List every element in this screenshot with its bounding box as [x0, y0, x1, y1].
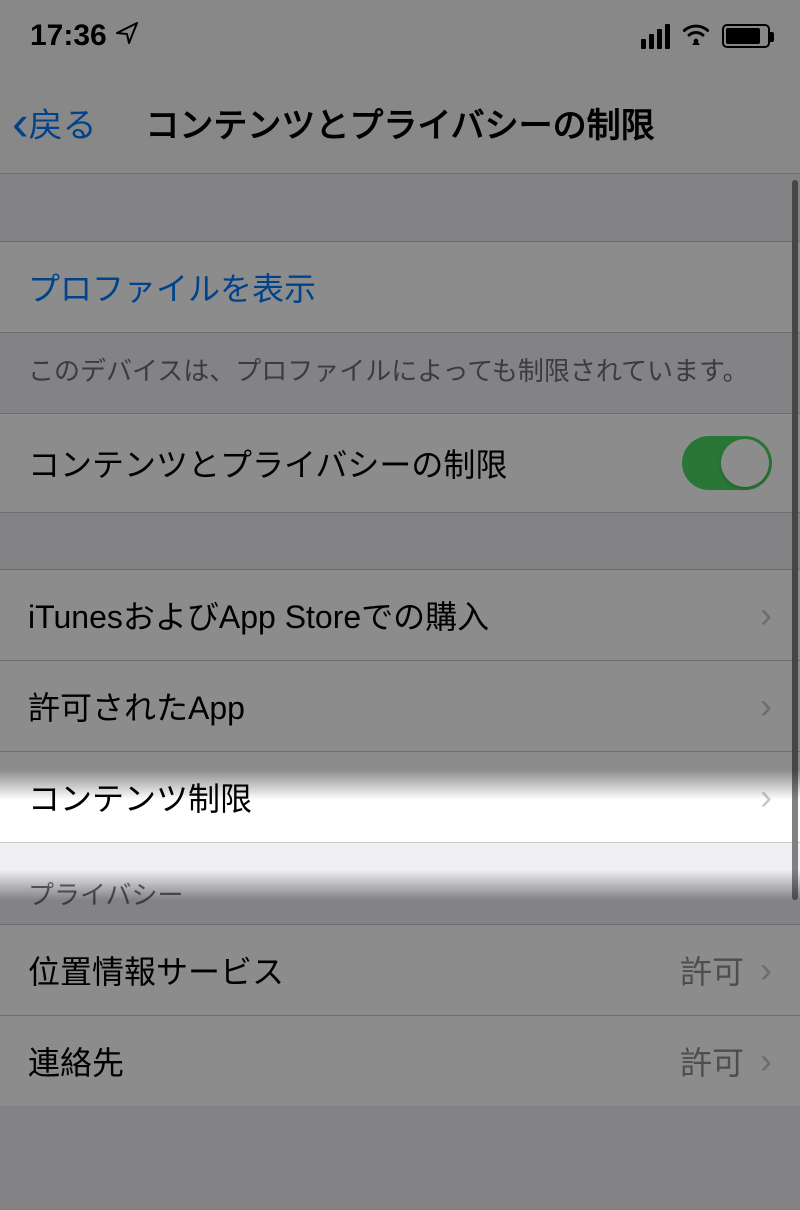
privacy-section-header: プライバシー	[0, 843, 800, 924]
scrollbar[interactable]	[792, 180, 798, 1210]
location-services-icon	[115, 21, 139, 52]
toggle-label: コンテンツとプライバシーの制限	[28, 440, 507, 486]
show-profile-row[interactable]: プロファイルを表示	[0, 242, 800, 333]
back-label: 戻る	[29, 98, 97, 147]
chevron-right-icon: ›	[760, 776, 772, 818]
cellular-signal-icon	[641, 24, 670, 49]
toggle-knob	[721, 439, 769, 487]
status-time: 17:36	[30, 19, 107, 53]
content-area: プロファイルを表示 このデバイスは、プロファイルによっても制限されています。 コ…	[0, 174, 800, 1106]
show-profile-label: プロファイルを表示	[28, 264, 316, 310]
row-label: iTunesおよびApp Storeでの購入	[28, 592, 489, 638]
row-label: 許可されたApp	[28, 683, 245, 729]
battery-icon	[722, 24, 770, 48]
row-label: コンテンツ制限	[28, 774, 252, 820]
spacer	[0, 513, 800, 569]
row-value: 許可	[680, 1038, 744, 1084]
back-button[interactable]: ‹ 戻る	[12, 98, 97, 148]
chevron-right-icon: ›	[760, 1040, 772, 1082]
chevron-left-icon: ‹	[12, 98, 29, 148]
content-privacy-toggle[interactable]	[682, 436, 772, 490]
status-left: 17:36	[30, 19, 139, 53]
row-value: 許可	[680, 947, 744, 993]
row-label: 位置情報サービス	[28, 947, 284, 993]
chevron-right-icon: ›	[760, 685, 772, 727]
content-privacy-toggle-row: コンテンツとプライバシーの制限	[0, 413, 800, 513]
navigation-bar: ‹ 戻る コンテンツとプライバシーの制限	[0, 72, 800, 174]
spacer	[0, 174, 800, 242]
status-bar: 17:36	[0, 0, 800, 72]
allowed-apps-row[interactable]: 許可されたApp ›	[0, 661, 800, 752]
status-right	[641, 19, 770, 53]
location-services-row[interactable]: 位置情報サービス 許可 ›	[0, 924, 800, 1016]
page-title: コンテンツとプライバシーの制限	[145, 98, 654, 147]
content-restrictions-row[interactable]: コンテンツ制限 ›	[0, 752, 800, 843]
row-label: 連絡先	[28, 1038, 124, 1084]
chevron-right-icon: ›	[760, 594, 772, 636]
itunes-appstore-row[interactable]: iTunesおよびApp Storeでの購入 ›	[0, 569, 800, 661]
contacts-row[interactable]: 連絡先 許可 ›	[0, 1016, 800, 1106]
profile-note: このデバイスは、プロファイルによっても制限されています。	[0, 333, 800, 413]
wifi-icon	[682, 19, 710, 53]
scrollbar-thumb[interactable]	[792, 180, 798, 900]
chevron-right-icon: ›	[760, 949, 772, 991]
